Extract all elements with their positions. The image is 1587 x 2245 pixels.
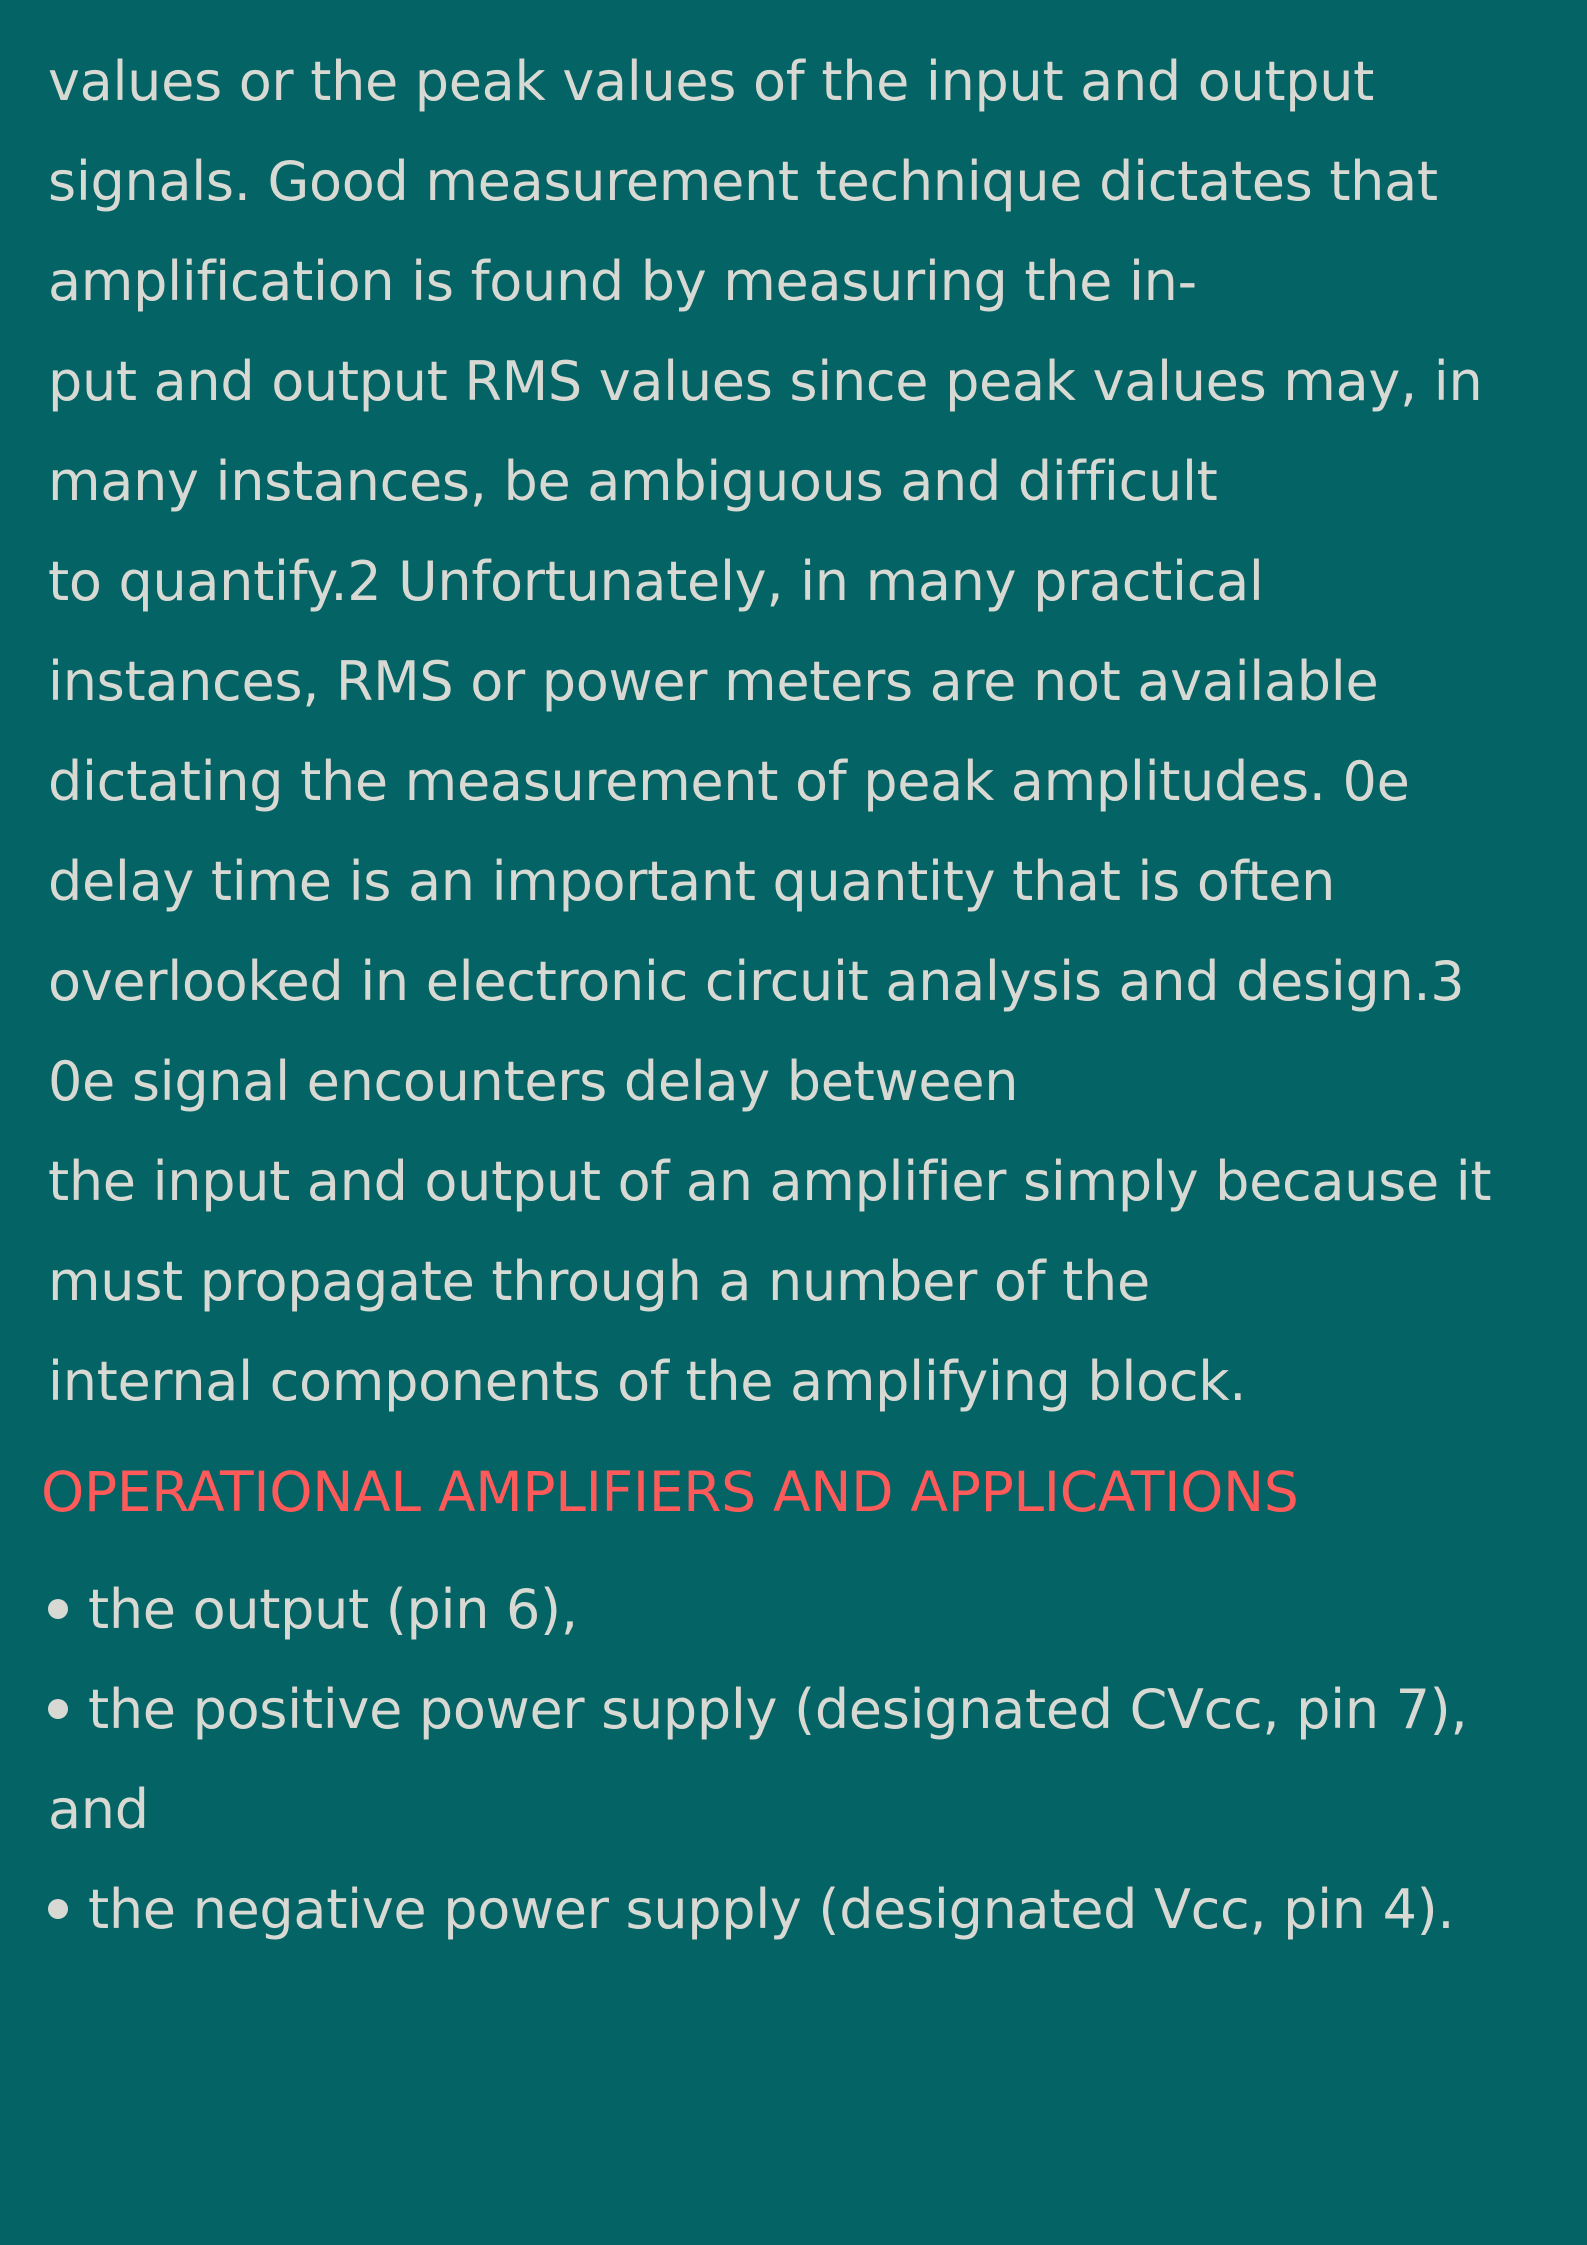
list-item-text: the negative power supply (designated Vc…: [88, 1878, 1455, 1941]
body-text-line: delay time is an important quantity that…: [48, 850, 1336, 913]
body-text-line: dictating the measurement of peak amplit…: [48, 750, 1410, 813]
body-text-line: amplification is found by measuring the …: [48, 250, 1197, 313]
list-item: the positive power supply (designated CV…: [48, 1678, 1468, 1741]
list-item: the negative power supply (designated Vc…: [48, 1878, 1455, 1941]
body-text-line: the input and output of an amplifier sim…: [48, 1150, 1492, 1213]
body-text-line: values or the peak values of the input a…: [48, 50, 1375, 113]
list-item: the output (pin 6),: [48, 1580, 578, 1640]
list-item-continuation: and: [48, 1778, 149, 1841]
body-text-line: 0e signal encounters delay between: [48, 1050, 1019, 1113]
bullet-icon: [48, 1899, 68, 1920]
body-text-line: must propagate through a number of the: [48, 1250, 1150, 1313]
body-text-line: signals. Good measurement technique dict…: [48, 150, 1438, 213]
document-page: values or the peak values of the input a…: [0, 0, 1587, 2245]
body-text-line: overlooked in electronic circuit analysi…: [48, 950, 1465, 1013]
body-text-line: internal components of the amplifying bl…: [48, 1350, 1247, 1413]
bullet-icon: [48, 1699, 68, 1720]
body-text-line: instances, RMS or power meters are not a…: [48, 650, 1379, 713]
list-item-text: the output (pin 6),: [88, 1578, 578, 1641]
body-text-line: put and output RMS values since peak val…: [48, 350, 1483, 413]
section-heading: OPERATIONAL AMPLIFIERS AND APPLICATIONS: [41, 1460, 1299, 1524]
bullet-icon: [48, 1599, 68, 1620]
list-item-text: the positive power supply (designated CV…: [88, 1678, 1468, 1741]
body-text-line: to quantify.2 Unfortunately, in many pra…: [48, 550, 1264, 613]
body-text-line: many instances, be ambiguous and difficu…: [48, 450, 1218, 513]
